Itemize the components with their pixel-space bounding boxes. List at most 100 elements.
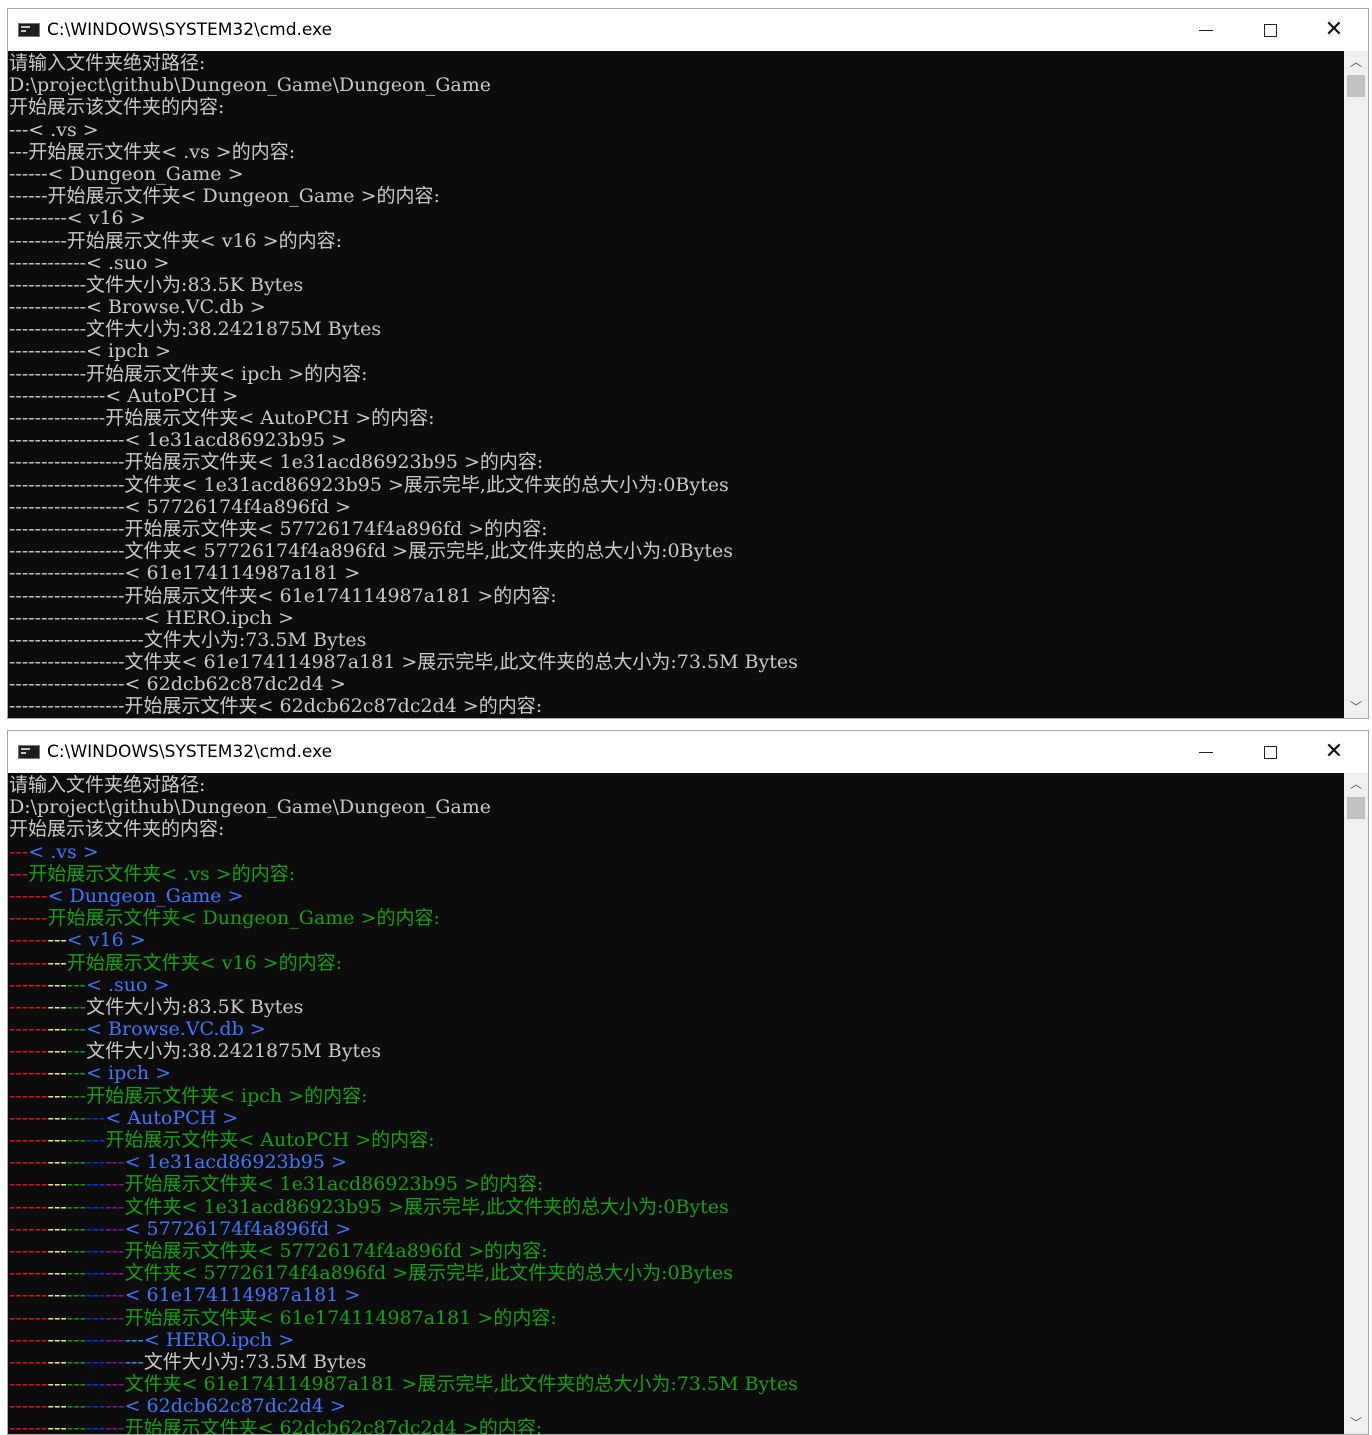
- console-line: ------------------< 1e31acd86923b95 >: [9, 429, 347, 452]
- depth-marker: ---: [9, 973, 29, 996]
- depth-marker: ---: [105, 1195, 125, 1218]
- cmd-window-plain[interactable]: C:\WINDOWS\SYSTEM32\cmd.exe ✕ 请输入文件夹绝对路径…: [7, 8, 1369, 719]
- depth-marker: ---: [124, 1328, 144, 1351]
- scrollbar-thumb[interactable]: [1347, 75, 1365, 97]
- depth-marker: ---: [9, 1195, 29, 1218]
- depth-marker: ---: [105, 1239, 125, 1262]
- depth-marker: ---: [66, 1151, 87, 1174]
- depth-marker: ---: [66, 1040, 87, 1063]
- depth-marker: ---: [28, 1328, 48, 1351]
- minimize-button[interactable]: [1174, 731, 1238, 773]
- depth-marker: ---: [86, 1195, 106, 1218]
- console-line: ---< .vs >: [9, 118, 99, 141]
- depth-marker: ---: [47, 929, 67, 952]
- depth-marker: ---: [9, 1151, 29, 1174]
- folder-done-text: 文件夹< 57726174f4a896fd >展示完毕,此文件夹的总大小为:0B…: [124, 1262, 733, 1285]
- depth-marker: ---: [28, 951, 48, 974]
- vertical-scrollbar[interactable]: ︿ ﹀: [1344, 51, 1368, 718]
- scroll-up-icon[interactable]: ︿: [1344, 51, 1368, 73]
- depth-marker: ---: [47, 1151, 67, 1174]
- scrollbar-thumb[interactable]: [1347, 797, 1365, 819]
- depth-marker: ---: [105, 1350, 125, 1373]
- depth-marker: ---: [9, 1129, 29, 1151]
- console-line: ------开始展示文件夹< Dungeon_Game >的内容:: [9, 185, 440, 208]
- console-line: ------------文件大小为:83.5K Bytes: [9, 996, 1344, 1018]
- depth-marker: ---: [66, 1328, 87, 1351]
- depth-marker: ---: [28, 907, 48, 930]
- depth-marker: ---: [66, 1217, 87, 1240]
- console-output[interactable]: 请输入文件夹绝对路径: D:\project\github\Dungeon_Gam…: [8, 773, 1344, 1434]
- folder-start-text: 开始展示文件夹< 57726174f4a896fd >的内容:: [124, 1239, 548, 1262]
- depth-marker: ---: [47, 1239, 67, 1262]
- maximize-button[interactable]: [1238, 9, 1302, 51]
- console-line: ---------< v16 >: [9, 929, 1344, 951]
- depth-marker: ---: [124, 1350, 144, 1373]
- depth-marker: ---: [28, 929, 48, 952]
- scroll-down-icon[interactable]: ﹀: [1344, 696, 1368, 718]
- console-line: ------------------开始展示文件夹< 1e31acd86923b…: [9, 451, 544, 474]
- depth-marker: ---: [9, 840, 29, 863]
- entry-name-text: < 61e174114987a181 >: [124, 1284, 361, 1307]
- depth-marker: ---: [47, 951, 67, 974]
- maximize-icon: [1263, 745, 1277, 759]
- depth-marker: ---: [66, 1284, 87, 1307]
- console-line: ------------------开始展示文件夹< 57726174f4a89…: [9, 517, 548, 540]
- console-line: ------------文件大小为:83.5K Bytes: [9, 273, 304, 296]
- depth-marker: ---: [66, 1350, 87, 1373]
- entry-name-text: < ipch >: [86, 1062, 172, 1085]
- depth-marker: ---: [47, 1395, 67, 1418]
- depth-marker: ---: [28, 1129, 48, 1151]
- console-line: 请输入文件夹绝对路径:: [9, 52, 206, 74]
- depth-marker: ---: [28, 973, 48, 996]
- minimize-button[interactable]: [1174, 9, 1238, 51]
- depth-marker: ---: [9, 1018, 29, 1041]
- depth-marker: ---: [28, 1106, 48, 1129]
- console-line: ------------------文件夹< 1e31acd86923b95 >…: [9, 1196, 1344, 1218]
- console-line: ---< .vs >: [9, 841, 1344, 863]
- console-line: ------------------开始展示文件夹< 1e31acd86923b…: [9, 1173, 1344, 1195]
- title-bar[interactable]: C:\WINDOWS\SYSTEM32\cmd.exe ✕: [8, 9, 1368, 51]
- console-text: D:\project\github\Dungeon_Game\Dungeon_G…: [9, 796, 491, 819]
- depth-marker: ---: [47, 1328, 67, 1351]
- depth-marker: ---: [9, 1062, 29, 1085]
- minimize-icon: [1199, 29, 1213, 31]
- close-button[interactable]: ✕: [1302, 9, 1366, 51]
- entry-name-text: < AutoPCH >: [105, 1106, 239, 1129]
- file-size-text: 文件大小为:38.2421875M Bytes: [86, 1040, 382, 1063]
- cmd-icon: [18, 745, 40, 759]
- console-text: 开始展示该文件夹的内容:: [9, 818, 225, 841]
- console-line: ------------开始展示文件夹< ipch >的内容:: [9, 1085, 1344, 1107]
- console-line: D:\project\github\Dungeon_Game\Dungeon_G…: [9, 796, 1344, 818]
- cmd-window-colored[interactable]: C:\WINDOWS\SYSTEM32\cmd.exe ✕ 请输入文件夹绝对路径…: [7, 730, 1369, 1435]
- depth-marker: ---: [9, 1328, 29, 1351]
- depth-marker: ---: [66, 1018, 87, 1041]
- depth-marker: ---: [9, 951, 29, 974]
- maximize-button[interactable]: [1238, 731, 1302, 773]
- console-line: ------------------< 1e31acd86923b95 >: [9, 1151, 1344, 1173]
- depth-marker: ---: [47, 1018, 67, 1041]
- console-output[interactable]: 请输入文件夹绝对路径: D:\project\github\Dungeon_Gam…: [8, 51, 1344, 718]
- depth-marker: ---: [9, 1284, 29, 1307]
- depth-marker: ---: [105, 1262, 125, 1285]
- console-line: ------------< .suo >: [9, 974, 1344, 996]
- depth-marker: ---: [9, 929, 29, 952]
- scroll-up-icon[interactable]: ︿: [1344, 773, 1368, 795]
- entry-name-text: < 57726174f4a896fd >: [124, 1217, 352, 1240]
- vertical-scrollbar[interactable]: ︿ ﹀: [1344, 773, 1368, 1434]
- console-line: ---------------开始展示文件夹< AutoPCH >的内容:: [9, 407, 435, 429]
- console-line: ------------< .suo >: [9, 251, 170, 274]
- folder-start-text: 开始展示文件夹< ipch >的内容:: [86, 1084, 368, 1107]
- console-line: ------------------文件夹< 1e31acd86923b95 >…: [9, 473, 729, 496]
- folder-start-text: 开始展示文件夹< AutoPCH >的内容:: [105, 1129, 435, 1151]
- title-bar[interactable]: C:\WINDOWS\SYSTEM32\cmd.exe ✕: [8, 731, 1368, 773]
- depth-marker: ---: [66, 995, 87, 1018]
- folder-start-text: 开始展示文件夹< 61e174114987a181 >的内容:: [124, 1306, 557, 1329]
- depth-marker: ---: [86, 1328, 106, 1351]
- depth-marker: ---: [47, 1306, 67, 1329]
- minimize-icon: [1199, 751, 1213, 753]
- scroll-down-icon[interactable]: ﹀: [1344, 1412, 1368, 1434]
- depth-marker: ---: [47, 1284, 67, 1307]
- file-size-text: 文件大小为:73.5M Bytes: [143, 1350, 367, 1373]
- depth-marker: ---: [28, 1306, 48, 1329]
- close-button[interactable]: ✕: [1302, 731, 1366, 773]
